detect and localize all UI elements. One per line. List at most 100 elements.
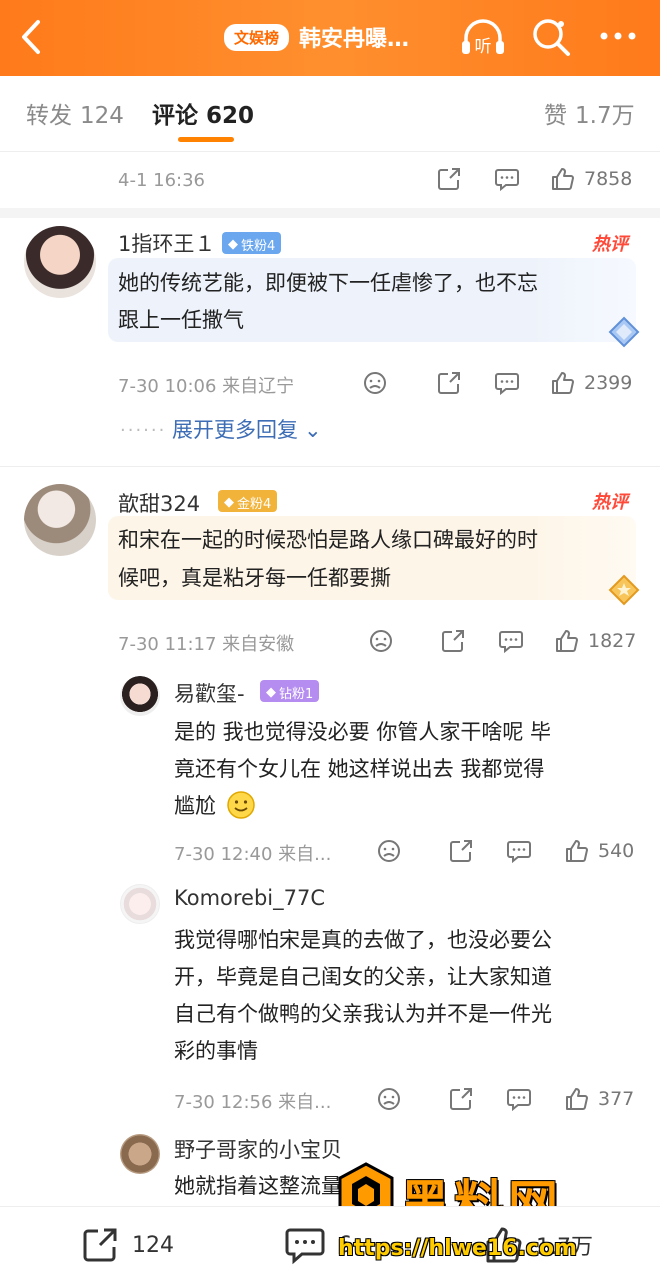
reply-text-line: 是的 我也觉得没必要 你管人家干啥呢 毕 — [174, 720, 552, 744]
reply-text-line: 彩的事情 — [174, 1039, 258, 1063]
comment-icon — [285, 1228, 325, 1265]
comment-text-line: 和宋在一起的时候恐怕是路人缘口碑最好的时 — [118, 528, 538, 552]
search-icon[interactable] — [528, 14, 574, 60]
hot-comment-label: 热评 — [592, 492, 628, 513]
reply-meta: 7-30 12:40 来自... — [174, 844, 332, 865]
diamond-icon: ◆ — [266, 684, 276, 700]
expand-replies-label: 展开更多回复 — [172, 418, 298, 442]
bottom-repost-button[interactable]: 124 — [80, 1225, 174, 1265]
dislike-face-icon[interactable] — [376, 1086, 402, 1112]
tab-repost[interactable]: 转发 124 — [26, 96, 124, 130]
reply-like-count: 540 — [598, 840, 635, 862]
post-like-button[interactable]: 7858 — [550, 166, 632, 192]
active-tab-indicator — [178, 137, 234, 142]
fan-badge-label: 钻粉1 — [279, 686, 314, 702]
comment-icon[interactable] — [494, 166, 520, 192]
comment-text-line: 跟上一任撒气 — [118, 308, 244, 332]
post-like-count: 7858 — [584, 168, 633, 190]
comment-icon[interactable] — [506, 1086, 532, 1112]
header-title-group[interactable]: 文娱榜 韩安冉曝… — [224, 18, 409, 56]
fan-badge: ◆ 铁粉4 — [222, 232, 282, 254]
reply-text-line: 我觉得哪怕宋是真的去做了，也没必要公 — [174, 928, 552, 952]
thumbs-up-icon — [566, 1088, 588, 1110]
back-arrow-icon[interactable] — [14, 16, 50, 58]
post-action-bar: 4-1 16:36 7858 — [0, 152, 660, 210]
comment-username[interactable]: 歆甜324 — [118, 488, 200, 518]
avatar[interactable] — [120, 884, 160, 924]
share-icon[interactable] — [436, 166, 462, 192]
diamond-icon: ◆ — [224, 494, 234, 510]
headphones-listen-icon[interactable]: 听 — [458, 14, 508, 60]
reply-like-button[interactable]: 540 — [564, 838, 634, 864]
comment-meta: 7-30 10:06 来自辽宁 — [118, 376, 295, 397]
tab-comments[interactable]: 评论 620 — [152, 96, 254, 130]
avatar[interactable] — [120, 1134, 160, 1174]
comment-username[interactable]: 1指环王１ — [118, 228, 215, 258]
tab-repost-count: 124 — [80, 103, 124, 129]
comment-meta: 7-30 11:17 来自安徽 — [118, 634, 295, 655]
more-icon[interactable] — [594, 20, 644, 52]
ranking-badge: 文娱榜 — [224, 23, 290, 51]
tab-comments-label: 评论 — [152, 103, 198, 129]
share-icon[interactable] — [440, 628, 466, 654]
dislike-face-icon[interactable] — [362, 370, 388, 396]
reply-username[interactable]: 野子哥家的小宝贝 — [174, 1134, 342, 1164]
reply-like-count: 377 — [598, 1088, 635, 1110]
reply-text-line: 尴尬 — [174, 794, 216, 818]
fan-badge-label: 金粉4 — [237, 496, 272, 512]
dislike-face-icon[interactable] — [376, 838, 402, 864]
diamond-fan-icon — [606, 316, 642, 354]
comment-like-count: 1827 — [588, 630, 637, 652]
listen-label: 听 — [475, 37, 492, 57]
gold-fan-icon — [606, 574, 642, 612]
reply-username[interactable]: Komorebi_77C — [174, 886, 325, 910]
tab-likes-label: 赞 — [544, 103, 567, 129]
comment-icon[interactable] — [498, 628, 524, 654]
comment-icon[interactable] — [494, 370, 520, 396]
dots-separator: ······ — [120, 420, 167, 441]
tab-likes[interactable]: 赞 1.7万 — [544, 96, 635, 130]
dislike-face-icon[interactable] — [368, 628, 394, 654]
comment-text-line: 她的传统艺能，即便被下一任虐惨了，也不忘 — [118, 271, 538, 295]
fan-badge: ◆ 金粉4 — [218, 490, 278, 512]
watermark-url: https://hlwe16.com — [338, 1236, 577, 1261]
comment-like-button[interactable]: 2399 — [550, 370, 632, 396]
tab-repost-label: 转发 — [26, 103, 72, 129]
comment-like-count: 2399 — [584, 372, 633, 394]
fan-badge-label: 铁粉4 — [241, 238, 276, 254]
avatar[interactable] — [120, 676, 160, 716]
hot-comment-label: 热评 — [592, 234, 628, 255]
reply-text-line: 竟还有个女儿在 她这样说出去 我都觉得 — [174, 757, 545, 781]
diamond-icon: ◆ — [228, 236, 238, 252]
thumbs-up-icon — [556, 630, 578, 652]
reply-text-line: 她就指着这整流量呢 — [174, 1174, 363, 1198]
share-icon[interactable] — [436, 370, 462, 396]
thumbs-up-icon — [566, 840, 588, 862]
share-icon[interactable] — [448, 838, 474, 864]
post-time: 4-1 16:36 — [118, 170, 205, 191]
top-bar: 文娱榜 韩安冉曝… 听 — [0, 0, 660, 76]
bottom-repost-count: 124 — [132, 1232, 174, 1258]
avatar[interactable] — [24, 484, 96, 556]
thumbs-up-icon — [552, 168, 574, 190]
share-icon — [83, 1228, 117, 1262]
comment-icon[interactable] — [506, 838, 532, 864]
tab-bar: 转发 124 评论 620 赞 1.7万 — [0, 76, 660, 152]
reply-text-line: 自己有个做鸭的父亲我认为并不是一件光 — [174, 1002, 552, 1026]
tab-comments-count: 620 — [206, 103, 255, 129]
comment-text-line: 候吧，真是粘牙每一任都要撕 — [118, 566, 391, 590]
share-icon[interactable] — [448, 1086, 474, 1112]
avatar[interactable] — [24, 226, 96, 298]
expand-replies-link[interactable]: 展开更多回复 ⌄ — [172, 414, 322, 444]
tab-likes-count: 1.7万 — [575, 103, 635, 129]
thumbs-up-icon — [552, 372, 574, 394]
fan-badge: ◆ 钻粉1 — [260, 680, 320, 702]
comment-separator — [0, 466, 660, 467]
reply-meta: 7-30 12:56 来自... — [174, 1092, 332, 1113]
reply-username[interactable]: 易歡玺- — [174, 678, 245, 708]
page-title: 韩安冉曝… — [299, 27, 410, 52]
reply-like-button[interactable]: 377 — [564, 1086, 634, 1112]
comment-like-button[interactable]: 1827 — [554, 628, 636, 654]
smile-emoji-icon — [226, 790, 256, 824]
chevron-down-icon: ⌄ — [304, 418, 322, 442]
